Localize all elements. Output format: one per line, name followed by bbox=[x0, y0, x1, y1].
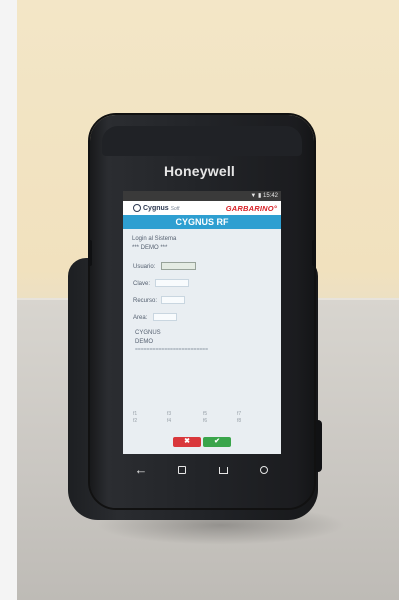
info-demo: DEMO bbox=[135, 339, 153, 345]
demo-label: *** DEMO *** bbox=[132, 245, 168, 251]
function-key[interactable]: f6 bbox=[203, 418, 207, 424]
usuario-label: Usuario: bbox=[133, 264, 156, 270]
login-heading: Login al Sistema bbox=[132, 236, 177, 242]
home-icon[interactable] bbox=[215, 462, 231, 478]
function-key[interactable]: f7 bbox=[237, 411, 241, 417]
cygnus-c-icon bbox=[133, 204, 141, 212]
function-key[interactable]: f4 bbox=[167, 418, 171, 424]
left-side-button[interactable] bbox=[88, 240, 92, 266]
separator-line: ========================= bbox=[135, 347, 208, 353]
logo-header: Cygnus Soft GARBARINO° bbox=[123, 201, 281, 215]
status-bar: ▼ ▮ 15:42 bbox=[123, 191, 281, 201]
status-time: 15:42 bbox=[262, 193, 278, 199]
garbarino-logo: GARBARINO° bbox=[225, 204, 277, 213]
cygnus-logo: Cygnus Soft bbox=[133, 204, 180, 212]
back-icon[interactable]: ← bbox=[133, 462, 149, 478]
recurso-input[interactable] bbox=[161, 296, 185, 304]
clave-label: Clave: bbox=[133, 281, 151, 287]
area-input[interactable] bbox=[153, 313, 177, 321]
device-top-bezel bbox=[102, 126, 302, 156]
device-screen: ▼ ▮ 15:42 Cygnus Soft GARBARINO° CYGNUS … bbox=[123, 191, 281, 454]
image-margin bbox=[0, 0, 17, 600]
status-icons: ▼ ▮ bbox=[250, 193, 262, 199]
usuario-input[interactable] bbox=[161, 262, 196, 270]
recent-apps-icon[interactable] bbox=[174, 462, 190, 478]
app-title-bar: CYGNUS RF bbox=[123, 215, 281, 229]
search-icon[interactable] bbox=[256, 462, 272, 478]
function-key[interactable]: f2 bbox=[133, 418, 137, 424]
area-label: Area: bbox=[133, 315, 148, 321]
function-keys: f1 f3 f5 f7 f2 f4 f6 f8 bbox=[123, 411, 281, 425]
ok-button[interactable]: ✔ bbox=[203, 437, 231, 447]
clave-input[interactable] bbox=[155, 279, 189, 287]
login-form: Login al Sistema *** DEMO *** Usuario: C… bbox=[123, 229, 281, 429]
cancel-button[interactable]: ✖ bbox=[173, 437, 201, 447]
info-cygnus: CYGNUS bbox=[135, 330, 161, 336]
right-side-button[interactable] bbox=[312, 240, 316, 266]
function-key[interactable]: f8 bbox=[237, 418, 241, 424]
function-key[interactable]: f5 bbox=[203, 411, 207, 417]
cygnus-logo-suffix: Soft bbox=[170, 206, 180, 212]
cygnus-logo-text: Cygnus bbox=[143, 205, 169, 212]
recurso-label: Recurso: bbox=[133, 298, 158, 304]
function-key[interactable]: f1 bbox=[133, 411, 137, 417]
android-nav-bar: ← bbox=[123, 455, 281, 485]
function-key[interactable]: f3 bbox=[167, 411, 171, 417]
brand-logo: Honeywell bbox=[163, 163, 236, 179]
